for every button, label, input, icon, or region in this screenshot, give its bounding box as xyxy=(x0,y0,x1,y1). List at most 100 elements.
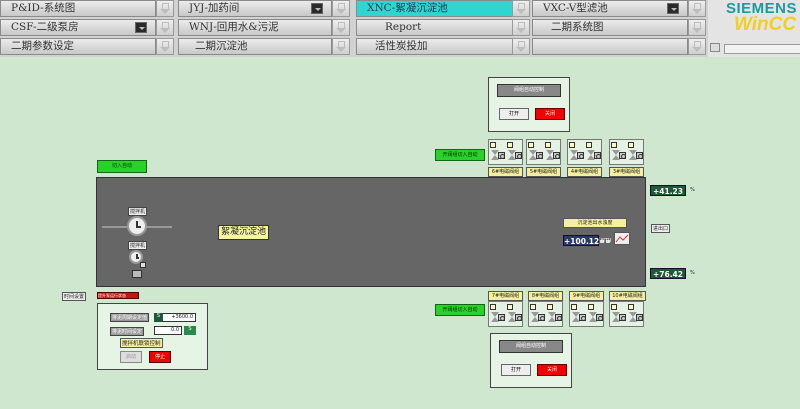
nav-arrow-down-icon[interactable] xyxy=(688,19,706,36)
bottom-valve-control-panel: 阀组自动控制 打开 关闭 xyxy=(490,333,572,388)
trend-icon[interactable] xyxy=(614,232,630,245)
valve-auto-control-button[interactable]: 阀组自动控制 xyxy=(497,84,561,97)
valve-indicator xyxy=(507,304,513,310)
valve-indicator xyxy=(571,304,577,310)
nav-label: 二期系统图 xyxy=(551,21,604,33)
stop-icon[interactable] xyxy=(636,314,643,321)
top-valve-auto-button[interactable]: 开阀组切入自动 xyxy=(435,149,485,161)
valve-group-label: 4#电磁阀组 xyxy=(567,167,602,177)
percent-unit: % xyxy=(690,270,695,276)
valve-group-label: 8#电磁阀组 xyxy=(528,291,563,301)
stop-icon[interactable] xyxy=(636,152,643,159)
valve-group[interactable] xyxy=(609,301,644,327)
stop-icon[interactable] xyxy=(515,314,522,321)
valve-indicator xyxy=(507,142,513,148)
valve-group[interactable] xyxy=(609,139,644,165)
nav-label: 二期沉淀池 xyxy=(195,40,248,52)
dropdown-icon[interactable] xyxy=(311,3,323,14)
stop-icon[interactable] xyxy=(498,314,505,321)
nav-carbon-dosing[interactable]: 活性炭投加 xyxy=(356,38,514,55)
stop-icon[interactable] xyxy=(596,314,603,321)
param2-label: 排泥时间设定 xyxy=(110,327,145,336)
start-button[interactable]: 启动 xyxy=(120,351,142,363)
motor-icon xyxy=(132,270,142,278)
stop-icon[interactable] xyxy=(515,152,522,159)
open-button[interactable]: 打开 xyxy=(499,108,529,120)
valve-indicator xyxy=(588,304,594,310)
nav-label: Report xyxy=(385,21,422,33)
stop-icon[interactable] xyxy=(536,152,543,159)
nav-label: 活性炭投加 xyxy=(375,40,428,52)
mixer2-label: 搅拌机 xyxy=(128,241,148,250)
valve-group-label: 7#电磁阀组 xyxy=(488,291,523,301)
nav-phase2-system[interactable]: 二期系统图 xyxy=(532,19,688,36)
open-button[interactable]: 打开 xyxy=(501,364,531,376)
nav-arrow-down-icon[interactable] xyxy=(512,0,530,17)
mixer-icon[interactable] xyxy=(127,216,147,236)
valve-group[interactable] xyxy=(488,139,523,165)
param2-input[interactable]: 0.0 xyxy=(154,326,182,335)
time-setting-button[interactable]: 时间设置 xyxy=(62,292,87,301)
nav-arrow-down-icon[interactable] xyxy=(156,0,174,17)
level-bottom-value: +76.42 xyxy=(650,268,686,279)
nav-jyj-dosing[interactable]: JYJ-加药间 xyxy=(178,0,332,17)
dropdown-icon[interactable] xyxy=(135,22,147,33)
stop-icon[interactable] xyxy=(498,152,505,159)
percent-unit: % xyxy=(690,187,695,193)
switch-auto-button[interactable]: 切入自动 xyxy=(97,160,147,173)
nav-arrow-down-icon[interactable] xyxy=(156,38,174,55)
stop-icon[interactable] xyxy=(594,152,601,159)
nav-arrow-down-icon[interactable] xyxy=(512,38,530,55)
valve-group[interactable] xyxy=(488,301,523,327)
nav-pid-system[interactable]: P&ID-系统图 xyxy=(0,0,156,17)
valve-indicator xyxy=(611,304,617,310)
stop-icon[interactable] xyxy=(619,152,626,159)
nav-xnc-floc-tank[interactable]: XNC-絮凝沉淀池 xyxy=(356,0,514,17)
valve-indicator xyxy=(628,142,634,148)
nav-label: XNC-絮凝沉淀池 xyxy=(367,2,448,14)
valve-indicator xyxy=(586,142,592,148)
nav-report[interactable]: Report xyxy=(356,19,514,36)
nav-label: VXC-V型滤池 xyxy=(543,2,608,14)
param2-unit: S xyxy=(184,326,196,335)
nav-arrow-down-icon[interactable] xyxy=(688,0,706,17)
nav-arrow-down-icon[interactable] xyxy=(332,19,350,36)
ntu-unit: NTU xyxy=(601,238,612,244)
stop-icon[interactable] xyxy=(538,314,545,321)
nav-arrow-down-icon[interactable] xyxy=(156,19,174,36)
valve-group[interactable] xyxy=(569,301,604,327)
nav-csf-pump[interactable]: CSF-二级泵房 xyxy=(0,19,156,36)
top-navigation: P&ID-系统图 JYJ-加药间 XNC-絮凝沉淀池 VXC-V型滤池 CSF-… xyxy=(0,0,708,57)
valve-group[interactable] xyxy=(567,139,602,165)
stop-icon[interactable] xyxy=(579,314,586,321)
status-indicator xyxy=(140,262,146,268)
valve-group[interactable] xyxy=(528,301,563,327)
valve-group-label: 10#电磁阀组 xyxy=(609,291,646,301)
valve-indicator xyxy=(490,304,496,310)
minimize-button[interactable] xyxy=(710,43,720,52)
valve-group-label: 9#电磁阀组 xyxy=(569,291,604,301)
stop-icon[interactable] xyxy=(577,152,584,159)
valve-auto-control-button[interactable]: 阀组自动控制 xyxy=(499,340,563,353)
nav-arrow-down-icon[interactable] xyxy=(512,19,530,36)
nav-arrow-down-icon[interactable] xyxy=(688,38,706,55)
stop-icon[interactable] xyxy=(619,314,626,321)
nav-phase2-params[interactable]: 二期参数设定 xyxy=(0,38,156,55)
bottom-valve-auto-button[interactable]: 开阀组切入自动 xyxy=(435,304,485,316)
dropdown-icon[interactable] xyxy=(667,3,679,14)
nav-vxc-filter[interactable]: VXC-V型滤池 xyxy=(532,0,688,17)
nav-phase2-sediment[interactable]: 二期沉淀池 xyxy=(178,38,332,55)
nav-arrow-down-icon[interactable] xyxy=(332,0,350,17)
nav-empty[interactable] xyxy=(532,38,688,55)
nav-label: 二期参数设定 xyxy=(11,40,74,52)
nav-arrow-down-icon[interactable] xyxy=(332,38,350,55)
param1-label: 排泥周期设定值 xyxy=(110,313,150,322)
valve-group[interactable] xyxy=(526,139,561,165)
stop-icon[interactable] xyxy=(555,314,562,321)
close-button[interactable]: 关闭 xyxy=(537,364,567,376)
stop-button[interactable]: 停止 xyxy=(149,351,171,363)
turbidity-label: 沉淀池出水浊度 xyxy=(563,218,627,228)
stop-icon[interactable] xyxy=(553,152,560,159)
close-button[interactable]: 关闭 xyxy=(535,108,565,120)
nav-wnj-reuse[interactable]: WNJ-回用水&污泥 xyxy=(178,19,332,36)
